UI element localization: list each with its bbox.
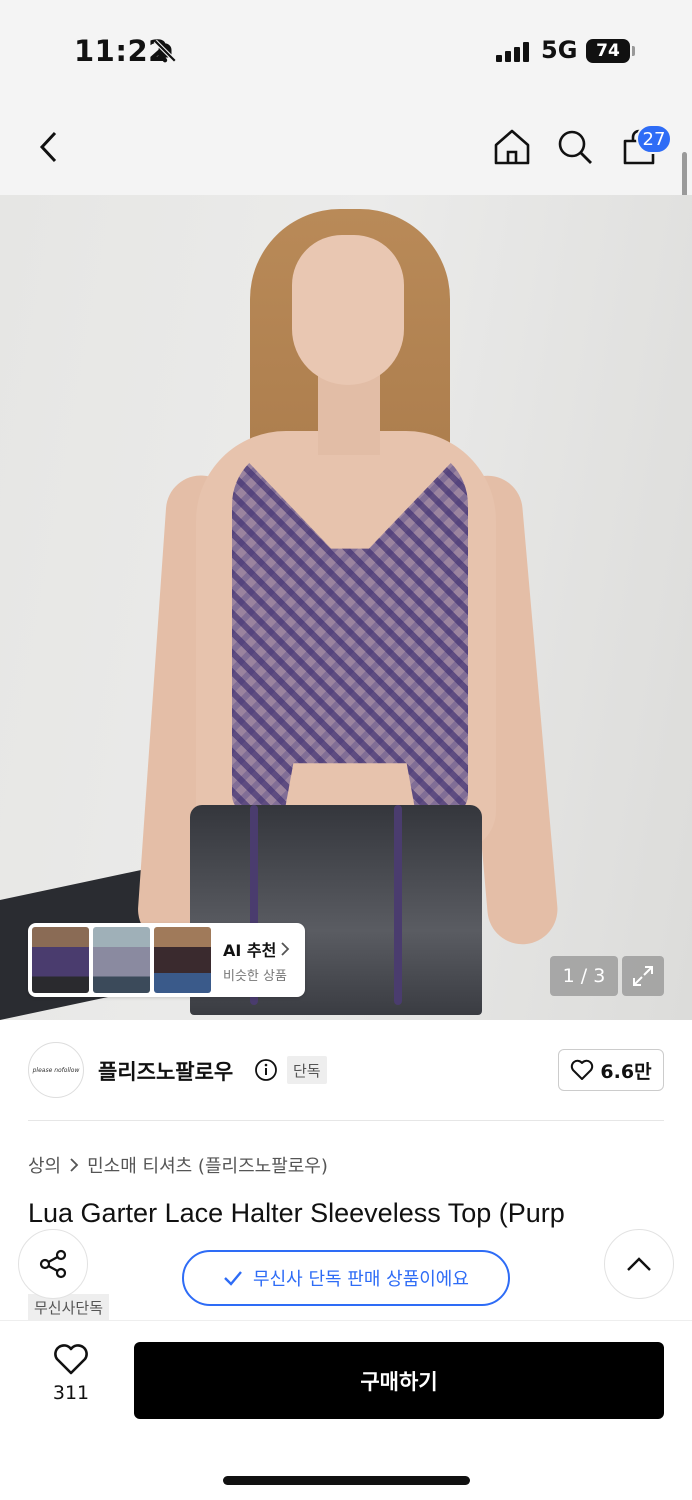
image-pager: 1 / 3	[550, 956, 618, 996]
home-icon	[494, 129, 530, 165]
cart-count-badge: 27	[636, 124, 672, 154]
check-icon	[224, 1271, 242, 1286]
expand-button[interactable]	[622, 956, 664, 996]
ai-recommend-subtitle: 비슷한 상품	[223, 968, 287, 984]
breadcrumb: 상의 민소매 티셔츠 (플리즈노팔로우)	[28, 1152, 328, 1178]
exclusive-tag: 단독	[287, 1056, 327, 1084]
chevron-right-icon	[70, 1158, 79, 1172]
home-indicator	[223, 1476, 470, 1485]
recommend-thumb-3[interactable]	[154, 927, 211, 993]
home-button[interactable]	[489, 124, 535, 170]
exclusive-label: 무신사단독	[28, 1294, 110, 1320]
scroll-top-button[interactable]	[604, 1229, 674, 1299]
heart-icon	[571, 1059, 594, 1080]
chevron-right-icon	[281, 941, 290, 956]
battery-icon: 74	[586, 39, 630, 63]
share-button[interactable]	[18, 1229, 88, 1299]
wish-button[interactable]: 311	[36, 1344, 106, 1404]
heart-icon	[54, 1344, 88, 1375]
expand-icon	[633, 966, 653, 986]
brand-like-count: 6.6만	[600, 1060, 652, 1083]
exclusive-notice-pill: 무신사 단독 판매 상품이에요	[182, 1250, 510, 1306]
breadcrumb-subcategory[interactable]: 민소매 티셔츠 (플리즈노팔로우)	[87, 1152, 328, 1178]
product-title: Lua Garter Lace Halter Sleeveless Top (P…	[28, 1198, 565, 1228]
battery-tip	[632, 46, 635, 56]
search-icon	[558, 130, 592, 164]
search-button[interactable]	[552, 124, 598, 170]
brand-logo[interactable]: please nofollow	[28, 1042, 84, 1098]
ai-recommend-card[interactable]: AI 추천 비슷한 상품	[28, 923, 305, 997]
network-label: 5G	[541, 36, 578, 64]
ai-recommend-title: AI 추천	[223, 940, 277, 960]
brand-like-button[interactable]: 6.6만	[558, 1049, 664, 1091]
ai-recommend-text: AI 추천 비슷한 상품	[223, 937, 290, 984]
bell-muted-icon	[153, 39, 177, 63]
breadcrumb-category[interactable]: 상의	[28, 1152, 61, 1178]
recommend-thumb-2[interactable]	[93, 927, 150, 993]
exclusive-notice-text: 무신사 단독 판매 상품이에요	[253, 1269, 469, 1290]
status-bar: 11:22 5G 74	[0, 0, 692, 100]
buy-button[interactable]: 구매하기	[134, 1342, 664, 1419]
wish-count: 311	[52, 1382, 90, 1404]
top-header	[0, 100, 692, 195]
back-button[interactable]	[26, 124, 72, 170]
info-icon[interactable]	[254, 1058, 278, 1082]
brand-name[interactable]: 플리즈노팔로우	[98, 1056, 233, 1086]
garter-strap-right	[394, 805, 402, 1005]
signal-icon	[496, 42, 529, 62]
divider	[28, 1120, 664, 1121]
share-icon	[39, 1249, 67, 1279]
chevron-up-icon	[627, 1257, 651, 1271]
product-image[interactable]	[0, 195, 692, 1020]
chevron-left-icon	[39, 131, 57, 163]
model-face	[292, 235, 404, 385]
recommend-thumb-1[interactable]	[32, 927, 89, 993]
